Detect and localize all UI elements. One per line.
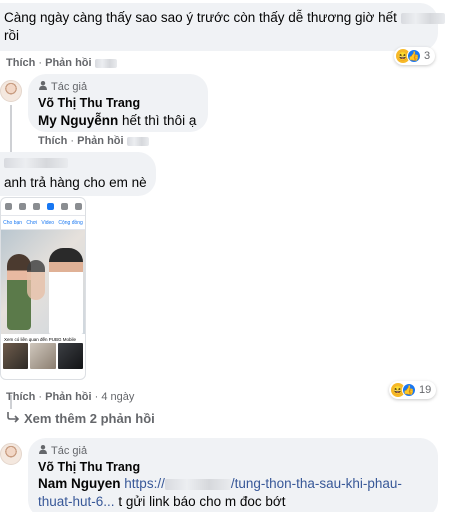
reply-text: t gửi link báo cho m đoc bớt [118,494,286,509]
like-action[interactable]: Thích [6,391,35,403]
comment-bubble: Càng ngày càng thấy sao sao ý trước còn … [0,3,445,51]
mention-link[interactable]: Nam Nguyen [38,476,121,491]
photo-tab: Chơi [26,219,38,226]
reply-text: hết thì thôi ạ [122,113,197,128]
blurred-domain [164,478,231,490]
blurred-time [94,58,117,68]
mention-link[interactable]: My Nguyễnn [38,113,118,128]
comment-photo[interactable]: Cho bạn Chơi Video Cộng đồng Xem có liên… [0,197,86,380]
like-action[interactable]: Thích [38,135,67,147]
photo-tabs: Cho bạn Chơi Video Cộng đồng [1,216,85,230]
blurred-name [4,158,68,168]
reaction-count: 19 [419,384,432,396]
more-replies-label: Xem thêm 2 phản hồi [24,411,155,426]
comment-bubble: anh trả hàng cho em nè [0,152,156,196]
like-icon: 👍 [407,49,421,63]
reaction-summary[interactable]: 😆 👍 3 [394,47,436,65]
comment-text-line2: rồi [4,28,20,43]
reaction-count: 3 [424,50,431,62]
reply-action[interactable]: Phản hồi [77,135,123,147]
photo-tab: Video [41,219,55,226]
reply-arrow-icon [6,411,20,426]
reply-action[interactable]: Phản hồi [45,57,91,69]
comment-text: Càng ngày càng thấy sao sao ý trước còn … [4,10,397,25]
author-badge: Tác giả [51,444,88,457]
article-link[interactable]: https:///tung-thon-tha-sau-khi-phau- [124,476,402,491]
avatar[interactable] [0,80,22,102]
author-name[interactable]: Võ Thị Thu Trang [38,460,402,474]
reply-bubble: Tác giả Võ Thị Thu Trang Nam Nguyen http… [28,438,438,512]
author-badge: Tác giả [51,80,88,93]
author-icon [38,80,48,93]
blurred-name [400,12,445,24]
photo-tab: Cho bạn [3,219,23,226]
photo-nav-bar [1,198,85,216]
author-name[interactable]: Võ Thị Thu Trang [38,96,196,110]
photo-caption: Xem có liên quan đến PUBG Mobile [4,337,77,342]
comment-time[interactable]: · 4 ngày [95,391,135,403]
reaction-summary[interactable]: 😆 👍 19 [389,381,437,399]
blurred-time [126,136,149,146]
like-icon: 👍 [402,383,416,397]
photo-video-frame [1,230,85,334]
photo-thumbnails [1,343,85,369]
comment-text: anh trả hàng cho em nè [4,175,147,190]
avatar[interactable] [0,443,22,465]
view-more-replies[interactable]: Xem thêm 2 phản hồi [6,411,155,426]
reply-action[interactable]: Phản hồi [45,391,91,403]
like-action[interactable]: Thích [6,57,35,69]
thread-line [10,105,12,155]
author-icon [38,444,48,457]
photo-tab: Cộng đồng [58,219,83,226]
reply-bubble: Tác giả Võ Thị Thu Trang My Nguyễnn hết … [28,74,208,132]
article-link-cont[interactable]: thuat-hut-6... [38,494,115,509]
